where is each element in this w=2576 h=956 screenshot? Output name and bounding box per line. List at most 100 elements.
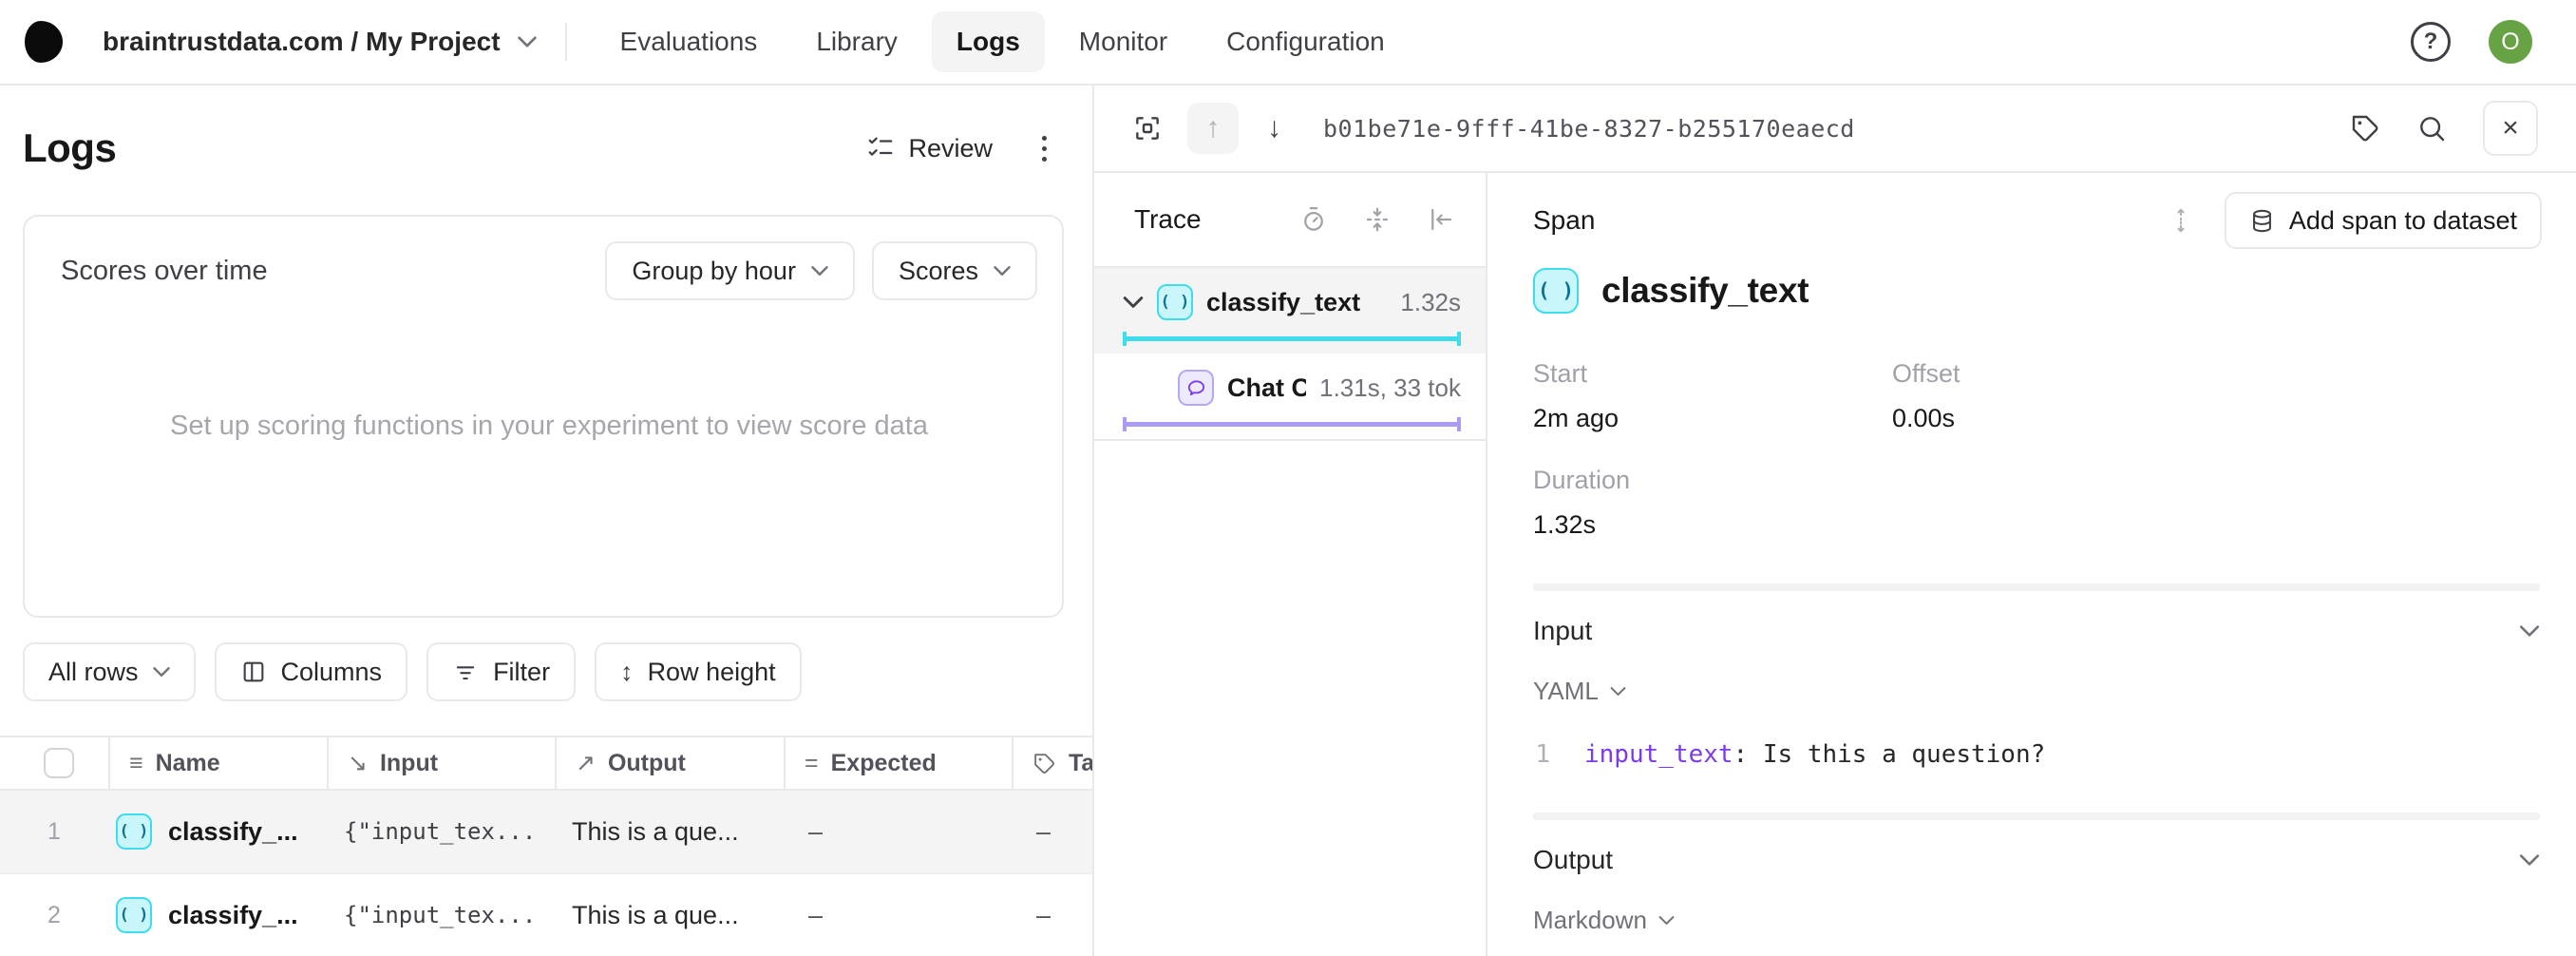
- help-icon[interactable]: ?: [2411, 22, 2451, 62]
- chat-bubble-icon: [1178, 370, 1214, 406]
- add-span-label: Add span to dataset: [2289, 206, 2517, 236]
- output-format-label: Markdown: [1533, 906, 1647, 935]
- search-icon[interactable]: [2416, 113, 2447, 143]
- close-icon[interactable]: ×: [2483, 101, 2538, 156]
- logs-table-header: ≡ Name ↘ Input ↗ Output = Expected: [0, 736, 1092, 791]
- nav-item-library[interactable]: Library: [791, 11, 922, 72]
- trace-span-classify-text[interactable]: ( ) classify_text 1.32s: [1094, 268, 1486, 354]
- row-name: classify_...: [168, 901, 298, 930]
- field-label: Offset: [1892, 359, 2540, 389]
- detail-header-right: ×: [2350, 101, 2538, 156]
- chevron-down-icon: [518, 35, 537, 48]
- table-row[interactable]: 1 ( ) classify_... {"input_tex... This i…: [0, 791, 1092, 874]
- column-header-expected[interactable]: = Expected: [784, 737, 1012, 789]
- nav-left: braintrustdata.com / My Project Evaluati…: [25, 11, 1410, 72]
- row-input-cell: {"input_tex...: [327, 818, 555, 845]
- function-span-icon: ( ): [1157, 284, 1193, 320]
- trace-span-name: classify_text: [1206, 288, 1360, 317]
- field-duration: Duration 1.32s: [1533, 466, 2540, 540]
- trace-header-icons: [1299, 205, 1455, 234]
- nav-item-configuration[interactable]: Configuration: [1202, 11, 1410, 72]
- column-header-name[interactable]: ≡ Name: [108, 737, 327, 789]
- row-index: 2: [0, 902, 108, 929]
- column-header-expected-label: Expected: [831, 750, 937, 777]
- all-rows-select[interactable]: All rows: [23, 642, 196, 701]
- scores-metric-select[interactable]: Scores: [872, 241, 1037, 300]
- avatar[interactable]: O: [2489, 20, 2532, 64]
- group-by-label: Group by hour: [632, 257, 796, 286]
- input-section-header[interactable]: Input: [1533, 616, 2540, 646]
- output-section-header[interactable]: Output: [1533, 845, 2540, 875]
- add-span-to-dataset-button[interactable]: Add span to dataset: [2225, 192, 2542, 249]
- trace-span-chat-completion[interactable]: Chat Co... 1.31s, 33 tok: [1094, 354, 1486, 439]
- scores-over-time-card: Scores over time Group by hour Scores: [23, 215, 1064, 618]
- previous-row-button[interactable]: ↑: [1187, 103, 1239, 154]
- review-button[interactable]: Review: [866, 134, 993, 163]
- logs-table: ≡ Name ↘ Input ↗ Output = Expected: [0, 736, 1092, 956]
- table-row[interactable]: 2 ( ) classify_... {"input_tex... This i…: [0, 874, 1092, 956]
- span-panel-header: Span Add span to dataset: [1487, 173, 2576, 268]
- nav-item-monitor[interactable]: Monitor: [1054, 11, 1192, 72]
- span-timeline-bar: [1123, 336, 1461, 341]
- column-header-tags-label: Tags: [1069, 750, 1092, 777]
- tag-icon[interactable]: [2350, 113, 2380, 143]
- nav-divider: [565, 23, 567, 61]
- input-format-select[interactable]: YAML: [1533, 677, 1626, 706]
- row-index: 1: [0, 818, 108, 846]
- row-name: classify_...: [168, 817, 298, 847]
- row-height-icon: ↕: [620, 658, 634, 687]
- trace-panel-header: Trace: [1094, 173, 1486, 268]
- filter-label: Filter: [493, 658, 550, 687]
- column-header-tags[interactable]: Tags: [1012, 737, 1092, 789]
- chevron-down-icon: [2519, 853, 2540, 867]
- nav-item-logs[interactable]: Logs: [932, 11, 1045, 72]
- collapse-vertical-icon[interactable]: [1363, 205, 1392, 234]
- trace-id: b01be71e-9fff-41be-8327-b255170eaecd: [1323, 115, 1855, 143]
- field-label: Duration: [1533, 466, 2540, 495]
- function-span-icon: ( ): [116, 897, 152, 933]
- span-title-row: ( ) classify_text: [1533, 268, 2540, 314]
- database-icon: [2249, 208, 2275, 234]
- columns-button[interactable]: Columns: [215, 642, 408, 701]
- column-header-output-label: Output: [608, 750, 686, 777]
- collapse-panel-left-icon[interactable]: [1427, 205, 1455, 234]
- select-all-checkbox[interactable]: [44, 748, 74, 778]
- scores-empty-message: Set up scoring functions in your experim…: [61, 411, 1037, 442]
- row-output-cell: This is a que...: [555, 901, 784, 930]
- row-height-button[interactable]: ↕ Row height: [595, 642, 802, 701]
- row-name-cell: ( ) classify_...: [108, 897, 327, 933]
- braintrust-logo-icon: [25, 21, 63, 63]
- row-tags-cell: –: [1012, 817, 1092, 847]
- nav-item-evaluations[interactable]: Evaluations: [596, 11, 783, 72]
- scores-card-controls: Group by hour Scores: [605, 241, 1037, 300]
- breadcrumb[interactable]: braintrustdata.com / My Project: [103, 27, 537, 57]
- select-all-cell: [0, 737, 108, 789]
- kebab-menu-icon[interactable]: [1036, 130, 1052, 167]
- field-value: 1.32s: [1533, 510, 2540, 540]
- yaml-code-line: 1 input_text: Is this a question?: [1533, 740, 2540, 769]
- page-title: Logs: [23, 125, 116, 171]
- trace-span-duration: 1.32s: [1400, 288, 1461, 317]
- row-tags-cell: –: [1012, 901, 1092, 930]
- filter-button[interactable]: Filter: [426, 642, 576, 701]
- trace-span-duration: 1.31s, 33 tok: [1319, 373, 1461, 403]
- scores-metric-label: Scores: [899, 257, 978, 286]
- timer-icon[interactable]: [1299, 205, 1328, 234]
- output-format-select[interactable]: Markdown: [1533, 906, 1675, 935]
- column-header-input[interactable]: ↘ Input: [327, 737, 555, 789]
- field-value: 0.00s: [1892, 404, 2540, 433]
- expand-fullscreen-icon[interactable]: [1132, 113, 1163, 143]
- span-body: ( ) classify_text Start 2m ago Offset 0.…: [1487, 268, 2576, 956]
- columns-label: Columns: [281, 658, 383, 687]
- span-detail-panel: Span Add span to dataset: [1487, 173, 2576, 956]
- review-label: Review: [908, 134, 993, 163]
- chevron-down-icon[interactable]: [1123, 296, 1144, 309]
- columns-icon: [240, 659, 267, 685]
- span-name: classify_text: [1601, 271, 1809, 311]
- column-header-output[interactable]: ↗ Output: [555, 737, 784, 789]
- group-by-select[interactable]: Group by hour: [605, 241, 855, 300]
- content: Logs Review Scores over time Group by ho…: [0, 86, 2576, 956]
- expand-vertical-icon[interactable]: [2168, 207, 2194, 234]
- next-row-button[interactable]: ↓: [1267, 112, 1281, 144]
- all-rows-label: All rows: [48, 658, 139, 687]
